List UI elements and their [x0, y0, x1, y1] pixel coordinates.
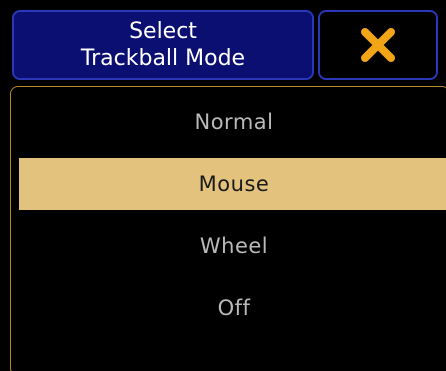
close-x-icon [361, 28, 395, 62]
trackball-mode-dialog: Select Trackball Mode Normal Mouse Wheel… [0, 0, 446, 371]
option-mouse[interactable]: Mouse [19, 158, 446, 210]
close-button[interactable] [318, 10, 438, 80]
option-normal[interactable]: Normal [19, 96, 446, 148]
dialog-title-line1: Select [129, 19, 197, 44]
option-label: Normal [194, 110, 274, 134]
option-label: Mouse [198, 172, 270, 196]
option-label: Off [217, 296, 251, 320]
option-off[interactable]: Off [19, 282, 446, 334]
option-wheel[interactable]: Wheel [19, 220, 446, 272]
dialog-title-line2: Trackball Mode [80, 46, 246, 71]
dialog-title: Select Trackball Mode [12, 10, 314, 80]
option-label: Wheel [199, 234, 269, 258]
options-panel: Normal Mouse Wheel Off [10, 86, 446, 371]
